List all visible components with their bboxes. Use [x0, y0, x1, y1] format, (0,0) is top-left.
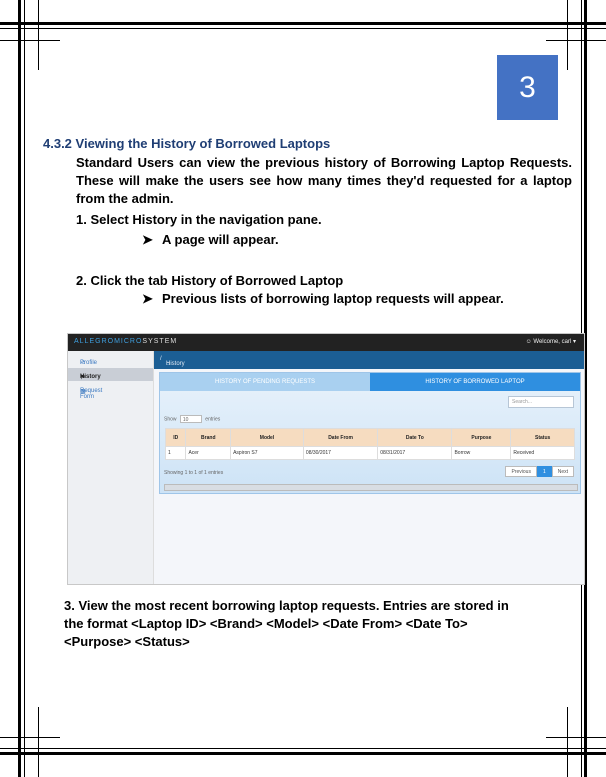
- arrow-bullet-icon: ➤: [142, 232, 153, 247]
- app-screenshot: ALLEGROMICROSYSTEM ☺ Welcome, carl ▾ ☺ P…: [67, 333, 585, 585]
- tab-pending-requests[interactable]: HISTORY OF PENDING REQUESTS: [160, 373, 370, 391]
- search-input[interactable]: Search...: [508, 396, 574, 408]
- pagination: Previous 1 Next: [505, 466, 574, 477]
- column-header[interactable]: Date From: [302, 428, 379, 447]
- section-heading: 4.3.2 Viewing the History of Borrowed La…: [43, 136, 331, 151]
- tab-borrowed-laptop[interactable]: HISTORY OF BORROWED LAPTOP: [370, 373, 580, 391]
- breadcrumb: ⌂ / History: [154, 351, 584, 369]
- column-header[interactable]: ID: [164, 428, 187, 447]
- welcome-menu[interactable]: ☺ Welcome, carl ▾: [526, 338, 576, 345]
- app-brand: ALLEGROMICROSYSTEM: [74, 338, 178, 345]
- intro-paragraph: Standard Users can view the previous his…: [76, 155, 572, 206]
- column-header[interactable]: Brand: [185, 428, 232, 447]
- step-3: 3. View the most recent borrowing laptop…: [64, 598, 509, 649]
- history-panel: HISTORY OF PENDING REQUESTS HISTORY OF B…: [159, 372, 581, 494]
- table-info: Showing 1 to 1 of 1 entries: [164, 470, 224, 476]
- history-table: ID Brand Model Date From Date To Purpose…: [164, 428, 575, 460]
- column-header[interactable]: Date To: [377, 428, 453, 447]
- step-2-result: ➤ Previous lists of borrowing laptop requ…: [142, 291, 504, 306]
- sidebar-item-profile[interactable]: ☺ Profile: [68, 354, 153, 367]
- horizontal-scrollbar[interactable]: [164, 484, 578, 491]
- step-2: 2. Click the tab History of Borrowed Lap…: [76, 273, 344, 288]
- main-content: HISTORY OF PENDING REQUESTS HISTORY OF B…: [154, 369, 584, 584]
- column-header[interactable]: Purpose: [451, 428, 512, 447]
- page-1-button[interactable]: 1: [536, 466, 552, 477]
- top-navbar: ALLEGROMICROSYSTEM ☺ Welcome, carl ▾: [68, 334, 584, 351]
- entries-select[interactable]: 10: [179, 415, 202, 423]
- column-header[interactable]: Model: [230, 428, 304, 447]
- previous-button[interactable]: Previous: [505, 466, 537, 477]
- column-header[interactable]: Status: [510, 428, 575, 447]
- page-number-box: 3: [497, 55, 558, 120]
- sidebar-item-history[interactable]: ⚑ History: [68, 368, 153, 381]
- sidebar-item-request-form[interactable]: ▦ Request Form: [68, 382, 153, 400]
- entries-length: Show 10 entries: [164, 415, 221, 423]
- arrow-bullet-icon: ➤: [142, 291, 153, 306]
- step-1: 1. Select History in the navigation pane…: [76, 212, 322, 227]
- sidebar: ☺ Profile ⚑ History ▦ Request Form: [68, 351, 154, 584]
- table-row: 1 Acer Aspiron S7 08/30/2017 08/31/2017 …: [164, 446, 575, 460]
- next-button[interactable]: Next: [551, 466, 574, 477]
- step-1-result: ➤ A page will appear.: [142, 232, 279, 247]
- user-icon: ☺: [525, 339, 532, 345]
